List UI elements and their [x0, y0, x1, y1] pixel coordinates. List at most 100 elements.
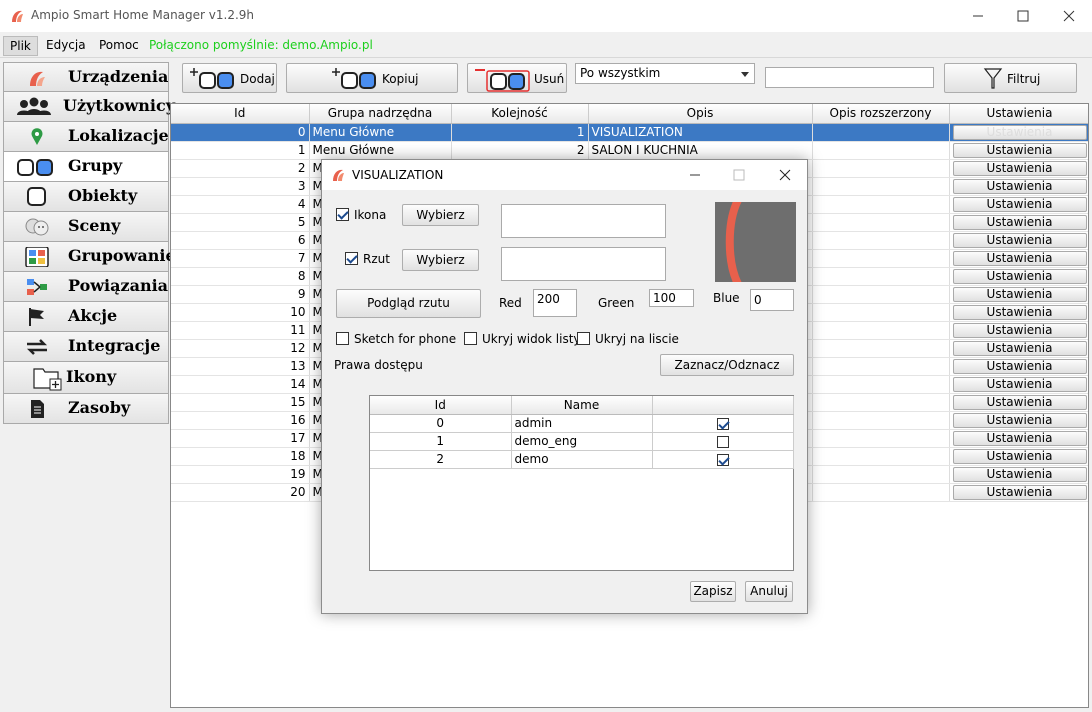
dialog-maximize-button[interactable] — [718, 160, 760, 190]
sidebar-item-grupowanie[interactable]: Grupowanie — [3, 242, 176, 272]
settings-button[interactable]: Ustawienia — [952, 142, 1087, 158]
sidebar-item-lokalizacje[interactable]: Lokalizacje — [3, 122, 169, 152]
access-column-id[interactable]: Id — [370, 396, 512, 415]
access-row[interactable]: 1 demo_eng — [370, 432, 794, 451]
sidebar-item-obiekty[interactable]: Obiekty — [3, 182, 169, 212]
cell-extended-description — [812, 141, 950, 160]
sidebar-item-uzytkownicy[interactable]: Użytkownicy — [3, 92, 175, 122]
menu-pomoc[interactable]: Pomoc — [93, 36, 145, 56]
cell-extended-description — [812, 303, 950, 322]
column-header-id[interactable]: Id — [171, 104, 310, 124]
blue-input[interactable]: 0 — [750, 289, 794, 311]
maximize-button[interactable] — [1000, 0, 1046, 32]
settings-button[interactable]: Ustawienia — [952, 232, 1087, 248]
table-row[interactable]: 0 Menu Główne 1 VISUALIZATION Ustawienia — [171, 123, 1088, 142]
color-preview — [715, 202, 796, 282]
sidebar-item-zasoby[interactable]: Zasoby — [3, 394, 169, 424]
cell-extended-description — [812, 411, 950, 430]
settings-button[interactable]: Ustawienia — [952, 178, 1087, 194]
choose-plan-button[interactable]: Wybierz — [402, 249, 479, 271]
choose-icon-button[interactable]: Wybierz — [402, 204, 479, 226]
groups-icon — [17, 159, 53, 176]
dialog-close-button[interactable] — [764, 160, 806, 190]
green-input[interactable]: 100 — [649, 289, 694, 307]
access-row[interactable]: 0 admin — [370, 414, 794, 433]
access-checkbox[interactable] — [716, 435, 729, 448]
cell-extended-description — [812, 285, 950, 304]
settings-button[interactable]: Ustawienia — [952, 376, 1087, 392]
settings-button[interactable]: Ustawienia — [952, 466, 1087, 482]
cell-settings: Ustawienia — [949, 159, 1088, 178]
access-rights-table: Id Name 0 admin 1 demo_eng 2 demo — [369, 395, 794, 571]
hide-on-list-checkbox[interactable] — [577, 332, 590, 345]
settings-button[interactable]: Ustawienia — [952, 430, 1087, 446]
delete-button[interactable]: Usuń — [467, 63, 567, 93]
column-header-extended-description[interactable]: Opis rozszerzony — [812, 104, 950, 124]
settings-button[interactable]: Ustawienia — [952, 124, 1087, 140]
column-header-order[interactable]: Kolejność — [451, 104, 589, 124]
settings-button[interactable]: Ustawienia — [952, 196, 1087, 212]
copy-button[interactable]: Kopiuj — [286, 63, 458, 93]
cancel-button[interactable]: Anuluj — [745, 581, 793, 602]
access-checkbox[interactable] — [716, 417, 729, 430]
dialog-minimize-button[interactable] — [674, 160, 716, 190]
filter-button[interactable]: Filtruj — [944, 63, 1077, 93]
arrows-icon — [26, 339, 48, 355]
cell-extended-description — [812, 213, 950, 232]
cell-description: SALON I KUCHNIA — [588, 141, 813, 160]
cell-id: 8 — [171, 267, 310, 286]
funnel-icon — [983, 68, 1003, 89]
settings-button[interactable]: Ustawienia — [952, 484, 1087, 500]
sidebar-item-powiazania[interactable]: Powiązania — [3, 272, 169, 302]
cell-extended-description — [812, 177, 950, 196]
sidebar-item-urzadzenia[interactable]: Urządzenia — [3, 62, 169, 92]
menu-edycja[interactable]: Edycja — [40, 36, 92, 56]
settings-button[interactable]: Ustawienia — [952, 286, 1087, 302]
settings-button[interactable]: Ustawienia — [952, 448, 1087, 464]
close-button[interactable] — [1046, 0, 1092, 32]
settings-button[interactable]: Ustawienia — [952, 358, 1087, 374]
plan-preview-button[interactable]: Podgląd rzutu — [336, 289, 481, 318]
hide-list-view-checkbox[interactable] — [464, 332, 477, 345]
sidebar-item-grupy[interactable]: Grupy — [3, 152, 169, 182]
sidebar-item-ikony[interactable]: Ikony — [3, 362, 169, 394]
menu-plik[interactable]: Plik — [3, 36, 38, 56]
access-checkbox[interactable] — [716, 453, 729, 466]
save-button[interactable]: Zapisz — [690, 581, 736, 602]
filter-mode-select[interactable]: Po wszystkim — [575, 63, 755, 84]
icon-label: Ikona — [354, 208, 387, 222]
red-input[interactable]: 200 — [533, 289, 577, 317]
plan-checkbox[interactable] — [345, 252, 358, 265]
column-header-description[interactable]: Opis — [588, 104, 813, 124]
cell-settings: Ustawienia — [949, 195, 1088, 214]
plan-path-field[interactable] — [501, 247, 666, 281]
column-header-settings[interactable]: Ustawienia — [949, 104, 1088, 124]
sidebar-item-sceny[interactable]: Sceny — [3, 212, 169, 242]
filter-input[interactable] — [765, 67, 934, 88]
sidebar-item-integracje[interactable]: Integracje — [3, 332, 169, 362]
users-icon — [17, 97, 51, 115]
icon-checkbox[interactable] — [336, 208, 349, 221]
minimize-button[interactable] — [955, 0, 1001, 32]
settings-button[interactable]: Ustawienia — [952, 340, 1087, 356]
settings-button[interactable]: Ustawienia — [952, 214, 1087, 230]
connection-status: Połączono pomyślnie: demo.Ampio.pl — [149, 38, 373, 52]
sidebar-item-akcje[interactable]: Akcje — [3, 302, 169, 332]
sketch-for-phone-checkbox[interactable] — [336, 332, 349, 345]
settings-button[interactable]: Ustawienia — [952, 394, 1087, 410]
icon-path-field[interactable] — [501, 204, 666, 238]
settings-button[interactable]: Ustawienia — [952, 268, 1087, 284]
access-row[interactable]: 2 demo — [370, 450, 794, 469]
cell-id: 18 — [171, 447, 310, 466]
add-button[interactable]: Dodaj — [182, 63, 277, 93]
toggle-all-button[interactable]: Zaznacz/Odznacz — [660, 354, 794, 376]
access-column-name[interactable]: Name — [511, 396, 653, 415]
column-header-parent[interactable]: Grupa nadrzędna — [309, 104, 452, 124]
table-row[interactable]: 1 Menu Główne 2 SALON I KUCHNIA Ustawienia — [171, 141, 1088, 160]
settings-button[interactable]: Ustawienia — [952, 250, 1087, 266]
settings-button[interactable]: Ustawienia — [952, 412, 1087, 428]
settings-button[interactable]: Ustawienia — [952, 322, 1087, 338]
settings-button[interactable]: Ustawienia — [952, 160, 1087, 176]
settings-button[interactable]: Ustawienia — [952, 304, 1087, 320]
access-column-allowed[interactable] — [652, 396, 794, 415]
